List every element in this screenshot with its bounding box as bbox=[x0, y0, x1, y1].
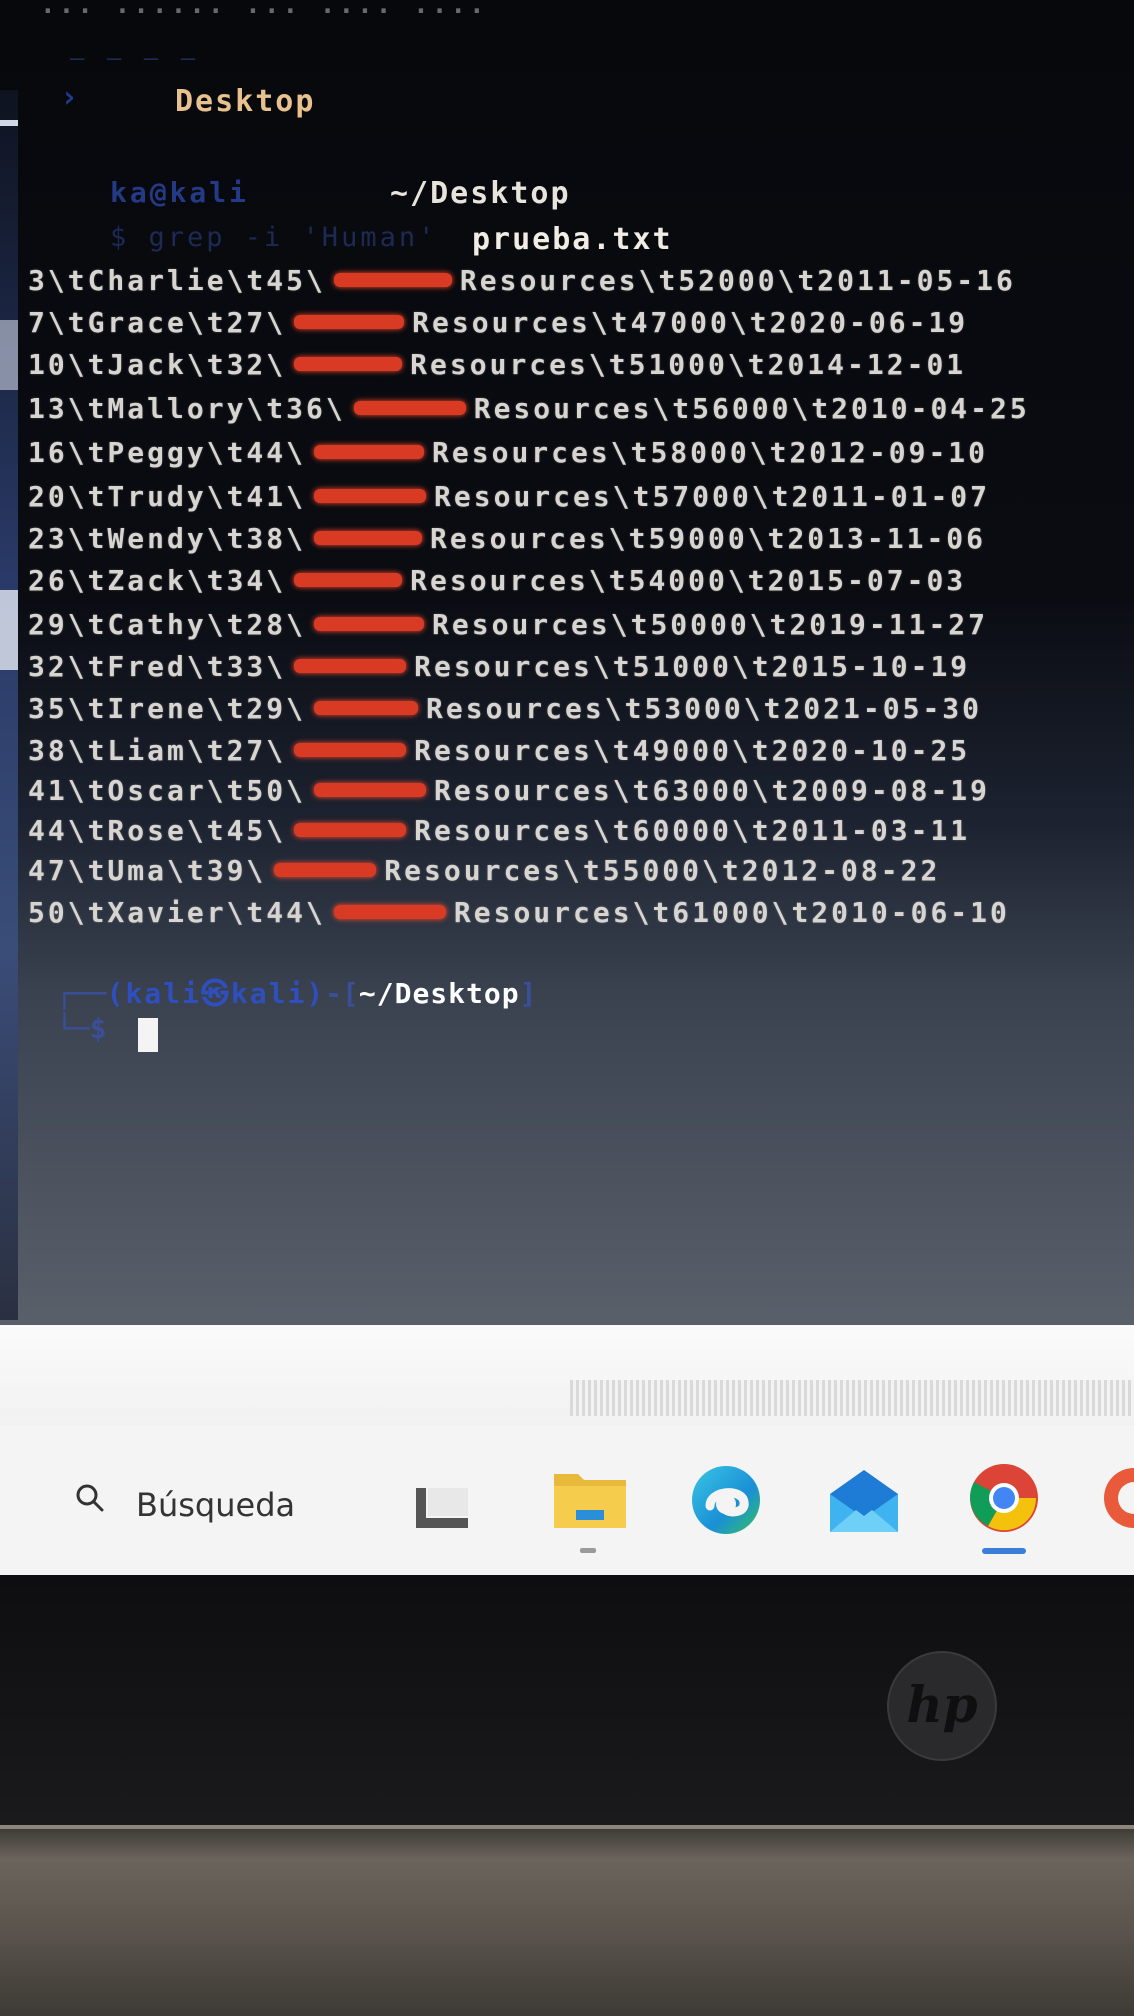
redaction-mark bbox=[294, 315, 405, 329]
redaction-mark bbox=[294, 823, 407, 837]
redaction-mark bbox=[294, 659, 407, 673]
redaction-mark bbox=[314, 489, 427, 503]
redaction-mark bbox=[294, 357, 403, 371]
background-window-edge bbox=[0, 90, 18, 1320]
tab-arrow-icon: › bbox=[60, 80, 79, 115]
output-row: 3\tCharlie\t45\ Resources\t52000\t2011-05… bbox=[28, 263, 1016, 297]
active-indicator bbox=[580, 1548, 596, 1553]
hp-logo: hp bbox=[887, 1651, 997, 1761]
output-row: 35\tIrene\t29\ Resources\t53000\t2021-05-… bbox=[28, 691, 983, 725]
edge-icon[interactable] bbox=[688, 1462, 764, 1538]
search-icon[interactable] bbox=[76, 1484, 104, 1512]
shell-prompt: ┌──(kali㉿kali)-[~/Desktop] bbox=[56, 977, 537, 1010]
output-row: 10\tJack\t32\ Resources\t51000\t2014-12-0… bbox=[28, 347, 967, 381]
prompt-user: ka@kali bbox=[110, 176, 250, 209]
redaction-mark bbox=[294, 573, 403, 587]
svg-text:hp: hp bbox=[906, 1675, 977, 1734]
output-row: 16\tPeggy\t44\ Resources\t58000\t2012-09-… bbox=[28, 435, 989, 469]
redaction-mark bbox=[314, 617, 425, 631]
chrome-icon[interactable] bbox=[966, 1460, 1042, 1536]
output-row: 32\tFred\t33\ Resources\t51000\t2015-10-1… bbox=[28, 649, 971, 683]
redaction-mark bbox=[314, 701, 419, 715]
active-indicator bbox=[982, 1548, 1026, 1554]
output-row: 23\tWendy\t38\ Resources\t59000\t2013-11-… bbox=[28, 521, 987, 555]
screen-moire-band bbox=[570, 1380, 1134, 1416]
redaction-mark bbox=[314, 783, 427, 797]
output-row: 29\tCathy\t28\ Resources\t50000\t2019-11-… bbox=[28, 607, 989, 641]
laptop-chassis bbox=[0, 1825, 1134, 2016]
app-icon[interactable] bbox=[1100, 1460, 1134, 1536]
command-text: $ grep -i 'Human' bbox=[110, 222, 438, 253]
file-explorer-icon[interactable] bbox=[552, 1466, 628, 1532]
tab-title[interactable]: Desktop bbox=[175, 84, 315, 119]
output-row: 44\tRose\t45\ Resources\t60000\t2011-03-1… bbox=[28, 813, 971, 847]
task-view-icon[interactable] bbox=[414, 1484, 470, 1532]
output-row: 50\tXavier\t44\ Resources\t61000\t2010-06… bbox=[28, 895, 1010, 929]
shell-prompt-line2: └─$ bbox=[56, 1012, 107, 1045]
mail-icon[interactable] bbox=[826, 1466, 902, 1536]
redaction-mark bbox=[353, 401, 466, 415]
redaction-mark bbox=[274, 863, 377, 877]
output-row: 38\tLiam\t27\ Resources\t49000\t2020-10-2… bbox=[28, 733, 971, 767]
output-row: 13\tMallory\t36\ Resources\t56000\t2010-0… bbox=[28, 391, 1030, 425]
command-filename: prueba.txt bbox=[472, 222, 673, 257]
redaction-mark bbox=[314, 531, 423, 545]
redaction-mark bbox=[314, 445, 425, 459]
output-row: 7\tGrace\t27\ Resources\t47000\t2020-06-1… bbox=[28, 305, 969, 339]
redaction-mark bbox=[294, 743, 407, 757]
output-row: 20\tTrudy\t41\ Resources\t57000\t2011-01-… bbox=[28, 479, 991, 513]
search-box-label[interactable]: Búsqueda bbox=[136, 1486, 295, 1524]
chassis-edge bbox=[0, 1825, 1134, 1829]
prompt-directory: ~/Desktop bbox=[390, 176, 571, 211]
terminal-window[interactable]: ... ...... ... .... .... — — — — › Deskt… bbox=[0, 0, 1134, 1325]
output-row: 47\tUma\t39\ Resources\t55000\t2012-08-22 bbox=[28, 853, 941, 887]
output-row: 41\tOscar\t50\ Resources\t63000\t2009-08-… bbox=[28, 773, 991, 807]
faint-header-text: — — — — bbox=[70, 44, 200, 72]
output-row: 26\tZack\t34\ Resources\t54000\t2015-07-0… bbox=[28, 563, 967, 597]
menu-bar[interactable]: ... ...... ... .... .... bbox=[40, 0, 488, 20]
redaction-mark bbox=[333, 273, 452, 287]
redaction-mark bbox=[333, 905, 446, 919]
text-cursor[interactable] bbox=[138, 1018, 158, 1052]
